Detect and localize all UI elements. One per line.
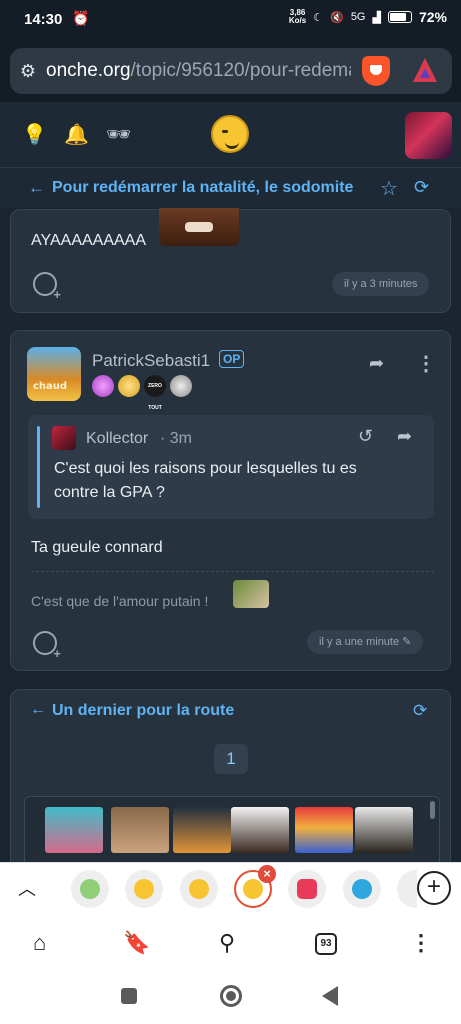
quote-time: · 3m (160, 430, 193, 447)
quote-text: C'est quoi les raisons pour lesquelles t… (54, 460, 357, 501)
edit-icon: ✎ (402, 636, 412, 648)
site-settings-icon[interactable]: ⚙ (10, 61, 46, 82)
quote-bar (37, 426, 40, 508)
back-arrow-icon[interactable]: ← (28, 178, 45, 198)
avatar-caption: chaud (33, 381, 68, 392)
brave-rewards-icon[interactable] (413, 58, 437, 82)
extension-button[interactable] (125, 870, 163, 908)
home-icon[interactable]: ⌂ (33, 930, 46, 956)
tab-count[interactable]: 93 (315, 933, 337, 955)
extension-button[interactable] (397, 870, 417, 908)
scrollbar[interactable] (430, 801, 435, 819)
battery-percent: 72% (418, 9, 447, 25)
status-bar: 14:30 ⏰ 3,86 Ko/s ☾ 🔇 5G ▟ 72% (0, 0, 461, 40)
mute-icon: 🔇 (330, 11, 344, 24)
menu-icon[interactable]: ⋮ (410, 930, 432, 956)
post-body: AYAAAAAAAAA (31, 232, 147, 249)
author-name[interactable]: PatrickSebasti1 (92, 351, 210, 371)
user-avatar[interactable] (405, 112, 452, 159)
smiley-logo[interactable] (211, 115, 249, 153)
status-time: 14:30 (24, 11, 63, 28)
alarm-icon: ⏰ (72, 10, 90, 26)
topic-title[interactable]: Pour redémarrer la natalité, le sodomite (52, 179, 353, 197)
bell-icon[interactable]: 🔔 (64, 122, 89, 147)
add-reaction-icon[interactable] (33, 272, 61, 302)
brave-shield-icon[interactable] (362, 56, 390, 86)
post-time[interactable]: il y a une minute ✎ (307, 630, 424, 654)
battery-icon (387, 11, 412, 23)
browser-nav: ⌂ 🔖 ⚲ 93 ⋮ (0, 914, 461, 974)
moon-icon: ☾ (313, 11, 324, 24)
more-options-icon[interactable]: ⋮ (416, 351, 436, 376)
add-reaction-icon[interactable] (33, 631, 61, 661)
bookmark-icon[interactable]: 🔖 (123, 930, 150, 956)
spiral-badge-icon (92, 375, 114, 397)
site-header: 💡 🔔 🕶 (0, 102, 461, 168)
signature-image (233, 580, 269, 608)
quote-author[interactable]: Kollector (86, 430, 148, 448)
back-arrow-icon[interactable]: ← (30, 701, 46, 719)
history-icon[interactable]: ↺ (358, 426, 373, 447)
signal-label: 5G (350, 11, 366, 23)
post-card: AYAAAAAAAAA il y a 3 minutes (10, 208, 451, 313)
post-image (159, 208, 239, 246)
sticker-image[interactable] (173, 807, 231, 853)
post-time[interactable]: il y a 3 minutes (332, 272, 430, 296)
system-nav (0, 974, 461, 1024)
extension-bar: ︿ × + (0, 862, 461, 914)
star-icon[interactable]: ☆ (380, 176, 398, 201)
add-icon[interactable]: + (417, 871, 451, 905)
extension-button[interactable] (288, 870, 326, 908)
extension-button[interactable] (180, 870, 218, 908)
topic-bar: ← Pour redémarrer la natalité, le sodomi… (0, 168, 461, 208)
url-text[interactable]: onche.org/topic/956120/pour-redema (46, 60, 351, 82)
post-body: Ta gueule connard (31, 539, 163, 556)
recents-icon[interactable] (121, 988, 137, 1004)
quote-author-avatar[interactable] (52, 426, 76, 450)
extension-button[interactable] (343, 870, 381, 908)
author-badges: ZERO TOUT (92, 375, 192, 411)
sticker-image[interactable] (45, 807, 103, 853)
op-badge: OP (219, 350, 245, 368)
refresh-icon[interactable]: ⟳ (413, 701, 427, 721)
quoted-message: Kollector · 3m ↺ ➦ C'est quoi les raison… (28, 415, 434, 519)
sticker-image[interactable] (231, 807, 289, 853)
address-bar[interactable]: ⚙ onche.org/topic/956120/pour-redema (10, 48, 452, 94)
chevron-up-icon[interactable]: ︿ (18, 875, 36, 901)
next-topic-title[interactable]: Un dernier pour la route (52, 702, 234, 720)
signature-divider (31, 571, 434, 572)
page-button[interactable]: 1 (214, 744, 248, 774)
search-icon[interactable]: ⚲ (219, 930, 235, 956)
zero-tout-badge: ZERO TOUT (144, 375, 166, 411)
browser-toolbar: ⚙ onche.org/topic/956120/pour-redema (0, 40, 461, 102)
author-avatar[interactable]: chaud (27, 347, 81, 401)
incognito-icon[interactable]: 🕶 (106, 122, 131, 147)
sticker-image[interactable] (355, 807, 413, 853)
sticker-image[interactable] (111, 807, 169, 853)
silver-badge-icon (170, 375, 192, 397)
refresh-icon[interactable]: ⟳ (414, 177, 429, 198)
back-icon[interactable] (322, 986, 338, 1006)
signal-icon: ▟ (372, 11, 381, 24)
close-badge-icon[interactable]: × (258, 865, 276, 883)
next-topic-card: ← Un dernier pour la route ⟳ 1 (10, 689, 451, 889)
signature: C'est que de l'amour putain ! (31, 593, 209, 609)
home-button-icon[interactable] (220, 985, 242, 1007)
extension-button[interactable] (71, 870, 109, 908)
share-icon[interactable]: ➦ (369, 353, 384, 374)
smiley-badge-icon (118, 375, 140, 397)
post-card: chaud PatrickSebasti1 OP ZERO TOUT ➦ ⋮ K… (10, 330, 451, 671)
sticker-image[interactable] (295, 807, 353, 853)
go-to-message-icon[interactable]: ➦ (397, 426, 412, 447)
lightbulb-icon[interactable]: 💡 (22, 122, 47, 147)
net-speed: 3,86 Ko/s (288, 8, 307, 25)
